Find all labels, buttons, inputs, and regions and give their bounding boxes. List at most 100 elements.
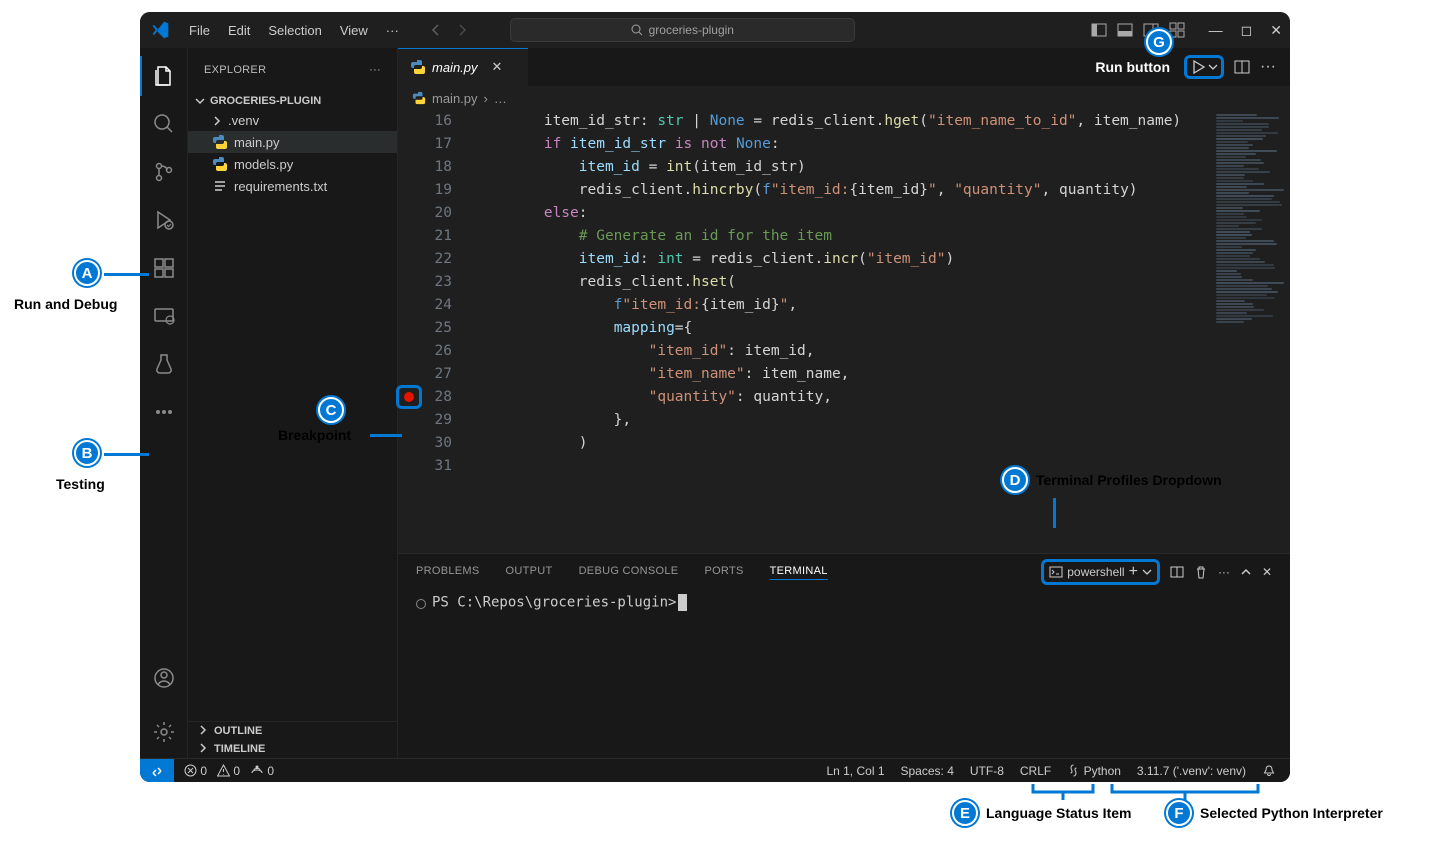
window-maximize-icon[interactable]: ◻	[1241, 22, 1253, 39]
text-file-icon	[212, 178, 228, 194]
status-eol[interactable]: CRLF	[1020, 764, 1051, 778]
menu-file[interactable]: File	[180, 23, 219, 38]
file-requirements[interactable]: requirements.txt	[188, 175, 397, 197]
status-errors[interactable]: 0	[184, 764, 207, 778]
editor-area: main.py ✕ Run button ··· main.py › …	[398, 48, 1290, 758]
activity-explorer-icon[interactable]	[140, 56, 188, 96]
minimap[interactable]	[1210, 110, 1290, 553]
nav-arrows	[428, 22, 470, 38]
breakpoint-icon[interactable]	[404, 392, 414, 402]
run-button[interactable]	[1184, 55, 1224, 79]
menu-more-icon[interactable]: ···	[377, 23, 408, 38]
status-spaces[interactable]: Spaces: 4	[901, 764, 954, 778]
activity-remote-explorer-icon[interactable]	[140, 296, 188, 336]
status-cursor-pos[interactable]: Ln 1, Col 1	[826, 764, 884, 778]
activity-bar	[140, 48, 188, 758]
annotation-A-label: Run and Debug	[14, 296, 117, 312]
activity-accounts-icon[interactable]	[140, 658, 188, 698]
command-center[interactable]: groceries-plugin	[510, 18, 855, 42]
status-encoding[interactable]: UTF-8	[970, 764, 1004, 778]
sidebar-title: EXPLORER	[204, 64, 266, 76]
vscode-window: File Edit Selection View ··· groceries-p…	[140, 12, 1290, 782]
activity-source-control-icon[interactable]	[140, 152, 188, 192]
annotation-B-label: Testing	[56, 476, 105, 492]
trash-icon[interactable]	[1194, 565, 1208, 579]
terminal-new-icon[interactable]: +	[1129, 563, 1138, 581]
status-language[interactable]: Python	[1067, 764, 1121, 778]
menu-selection[interactable]: Selection	[259, 23, 330, 38]
activity-search-icon[interactable]	[140, 104, 188, 144]
panel-tab-debug-console[interactable]: DEBUG CONSOLE	[579, 565, 679, 579]
outline-section[interactable]: OUTLINE	[188, 722, 397, 740]
file-models-py[interactable]: models.py	[188, 153, 397, 175]
chevron-right-icon	[212, 116, 222, 126]
panel-tab-ports[interactable]: PORTS	[704, 565, 743, 579]
annotation-A: A	[74, 260, 100, 286]
status-bar: 0 0 0 Ln 1, Col 1 Spaces: 4 UTF-8 CRLF P…	[140, 758, 1290, 782]
python-icon	[410, 59, 426, 75]
chevron-down-icon[interactable]	[1208, 62, 1218, 72]
annotation-E: E Language Status Item	[952, 800, 1131, 826]
layout-bottom-icon[interactable]	[1117, 22, 1133, 38]
activity-more-icon[interactable]	[140, 392, 188, 432]
play-icon	[1190, 59, 1206, 75]
title-bar-right: ― ◻ ✕	[1091, 22, 1282, 39]
status-ports[interactable]: 0	[250, 763, 274, 778]
layout-left-icon[interactable]	[1091, 22, 1107, 38]
activity-settings-icon[interactable]	[140, 712, 188, 752]
file-label: models.py	[234, 157, 293, 172]
sidebar-more-icon[interactable]: ···	[369, 64, 381, 76]
tab-label: main.py	[432, 60, 478, 75]
tab-close-icon[interactable]: ✕	[492, 59, 503, 75]
project-name: GROCERIES-PLUGIN	[210, 95, 321, 107]
search-icon	[631, 24, 643, 36]
folder-venv[interactable]: .venv	[188, 110, 397, 131]
line-gutter[interactable]: 16171819202122232425262728293031	[398, 110, 474, 553]
terminal-body[interactable]: PS C:\Repos\groceries-plugin>	[398, 590, 1290, 758]
menu-view[interactable]: View	[331, 23, 377, 38]
panel-tabs: PROBLEMS OUTPUT DEBUG CONSOLE PORTS TERM…	[398, 554, 1290, 590]
chevron-up-icon[interactable]	[1240, 566, 1252, 578]
chevron-down-icon	[194, 95, 206, 107]
annotation-D: D Terminal Profiles Dropdown	[1002, 467, 1222, 493]
panel-tab-output[interactable]: OUTPUT	[506, 565, 553, 579]
outline-label: OUTLINE	[214, 725, 262, 737]
editor-more-icon[interactable]: ···	[1260, 58, 1276, 76]
split-editor-icon[interactable]	[1234, 59, 1250, 75]
window-minimize-icon[interactable]: ―	[1209, 22, 1223, 39]
breadcrumb-separator: ›	[484, 91, 488, 106]
sidebar-explorer: GROCERIES-PLUGIN .venv main.py models.py…	[188, 92, 397, 197]
panel-more-icon[interactable]: ···	[1218, 565, 1230, 579]
panel-close-icon[interactable]: ✕	[1262, 565, 1272, 579]
activity-run-debug-icon[interactable]	[140, 200, 188, 240]
remote-button[interactable]	[140, 759, 174, 783]
timeline-section[interactable]: TIMELINE	[188, 740, 397, 758]
status-interpreter[interactable]: 3.11.7 ('.venv': venv)	[1137, 764, 1246, 778]
chevron-down-icon[interactable]	[1142, 567, 1152, 577]
terminal-cursor	[678, 594, 687, 611]
annotation-C: C	[318, 397, 344, 423]
panel-tab-terminal[interactable]: TERMINAL	[770, 565, 828, 580]
panel: PROBLEMS OUTPUT DEBUG CONSOLE PORTS TERM…	[398, 553, 1290, 758]
run-button-annotation-label: Run button	[1095, 59, 1170, 75]
project-root[interactable]: GROCERIES-PLUGIN	[188, 92, 397, 110]
terminal-profile-dropdown[interactable]: powershell +	[1041, 559, 1160, 585]
activity-extensions-icon[interactable]	[140, 248, 188, 288]
status-warnings[interactable]: 0	[217, 764, 240, 778]
bell-icon[interactable]	[1262, 764, 1276, 778]
python-icon	[212, 134, 228, 150]
python-icon	[412, 91, 426, 105]
nav-forward-icon[interactable]	[454, 22, 470, 38]
sidebar-header: EXPLORER ···	[188, 48, 397, 92]
nav-back-icon[interactable]	[428, 22, 444, 38]
annotation-G: G	[1146, 29, 1172, 55]
file-main-py[interactable]: main.py	[188, 131, 397, 153]
split-terminal-icon[interactable]	[1170, 565, 1184, 579]
tab-main-py[interactable]: main.py ✕	[398, 48, 528, 86]
panel-tab-problems[interactable]: PROBLEMS	[416, 565, 480, 579]
menu-edit[interactable]: Edit	[219, 23, 259, 38]
breadcrumb[interactable]: main.py › …	[398, 86, 1290, 110]
activity-testing-icon[interactable]	[140, 344, 188, 384]
window-close-icon[interactable]: ✕	[1270, 22, 1282, 39]
annotation-F: F Selected Python Interpreter	[1166, 800, 1383, 826]
